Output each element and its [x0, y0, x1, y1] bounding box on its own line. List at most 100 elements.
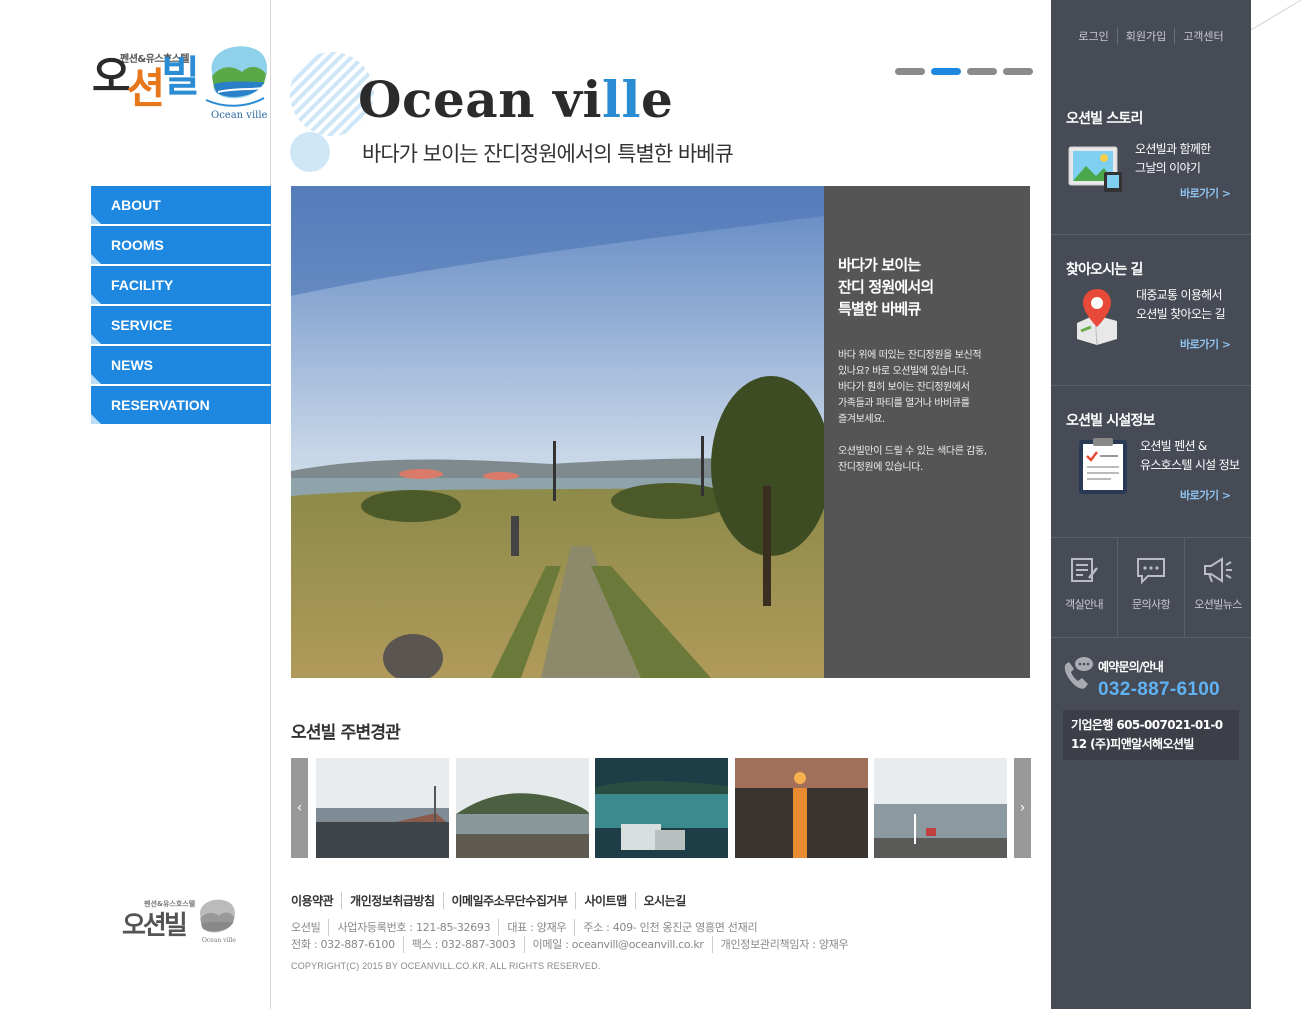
nav-item-facility[interactable]: FACILITY — [91, 266, 271, 304]
gallery-thumb-beach[interactable] — [316, 758, 449, 858]
gallery-thumb-harbor[interactable] — [595, 758, 728, 858]
story-title: 오션빌 스토리 — [1066, 111, 1143, 127]
footer-logo-english: Ocean ville — [202, 937, 236, 944]
hero-info-panel: 바다가 보이는 잔디 정원에서의 특별한 바베큐 바다 위에 떠있는 잔디정원을… — [824, 186, 1030, 678]
story-block: 오션빌 스토리 오션빌과 함께한 그날의 이야기 바로가기 > — [1051, 84, 1251, 235]
login-link[interactable]: 로그인 — [1070, 28, 1116, 44]
directions-go-link[interactable]: 바로가기 > — [1180, 336, 1231, 352]
quick-room-info[interactable]: 객실안내 — [1051, 538, 1117, 637]
logo-char-1: 오 — [92, 52, 131, 101]
story-desc-line: 그날의 이야기 — [1135, 161, 1201, 175]
panel-text-line: 잔디정원에 있습니다. — [838, 462, 923, 473]
clipboard-icon — [1079, 438, 1127, 494]
hero-title-part-3: e — [641, 70, 674, 129]
chevron-left-icon[interactable]: ‹ — [291, 758, 308, 858]
directions-description: 대중교통 이용해서 오션빌 찾아오는 길 — [1136, 286, 1226, 324]
story-go-link[interactable]: 바로가기 > — [1180, 185, 1231, 201]
hero-slide: 바다가 보이는 잔디 정원에서의 특별한 바베큐 바다 위에 떠있는 잔디정원을… — [291, 186, 1030, 678]
quick-news[interactable]: 오션빌뉴스 — [1184, 538, 1251, 637]
slide-dot-4[interactable] — [1003, 68, 1033, 75]
slide-dot-1[interactable] — [895, 68, 925, 75]
quick-inquiry[interactable]: 문의사항 — [1117, 538, 1184, 637]
hero-subtitle: 바다가 보이는 잔디정원에서의 특별한 바베큐 — [362, 142, 734, 166]
signup-link[interactable]: 회원가입 — [1116, 28, 1174, 44]
panel-text-line: 즐겨보세요. — [838, 414, 885, 425]
footer-company-info: 오션빌 사업자등록번호 : 121-85-32693 대표 : 양재우 주소 :… — [291, 919, 856, 953]
nav-item-reservation[interactable]: RESERVATION — [91, 386, 271, 424]
fax: 팩스 : 032-887-3003 — [402, 936, 524, 953]
facility-desc-line: 유스호스텔 시설 정보 — [1140, 458, 1240, 472]
footer-link-email-policy[interactable]: 이메일주소무단수집거부 — [442, 892, 576, 909]
facility-go-link[interactable]: 바로가기 > — [1180, 487, 1231, 503]
quick-menu: 객실안내 문의사항 오션빌뉴스 — [1051, 538, 1251, 638]
footer-link-privacy[interactable]: 개인정보취급방침 — [341, 892, 442, 909]
logo-char-3: 빌 — [161, 52, 200, 101]
main-nav: ABOUT ROOMS FACILITY SERVICE NEWS RESERV… — [91, 186, 271, 426]
main-content: Ocean ville 바다가 보이는 잔디정원에서의 특별한 바베큐 바다가 … — [272, 0, 1050, 1009]
nav-item-news[interactable]: NEWS — [91, 346, 271, 384]
footer-logo: 펜션&유스호스텔 오션빌 Ocean ville — [122, 893, 242, 953]
reservation-phone[interactable]: 032-887-6100 — [1098, 679, 1220, 701]
footer-logo-wordmark: 오션빌 — [122, 905, 188, 942]
scenery-gallery: ‹ › — [291, 758, 1031, 858]
hero-title-part-1: Ocean vi — [358, 70, 603, 129]
right-sidebar: 로그인 회원가입 고객센터 오션빌 스토리 오션빌과 함께한 그날의 이야기 바… — [1051, 0, 1251, 1009]
hero-title: Ocean ville — [358, 70, 673, 129]
directions-desc-line: 오션빌 찾아오는 길 — [1136, 307, 1226, 321]
customer-center-link[interactable]: 고객센터 — [1174, 28, 1231, 44]
slide-dot-3[interactable] — [967, 68, 997, 75]
panel-description: 바다 위에 떠있는 잔디정원을 보신적 있나요? 바로 오션빌에 있습니다. 바… — [838, 348, 1016, 476]
footer-logo-char-3: 빌 — [163, 911, 188, 941]
gallery-thumb-sunset[interactable] — [735, 758, 868, 858]
panel-text-line: 있나요? 바로 오션빌에 있습니다. — [838, 366, 969, 377]
hero-title-part-2: ll — [602, 70, 642, 129]
panel-text-line: 오션빌만이 드릴 수 있는 색다른 감동, — [838, 446, 987, 457]
directions-title: 찾아오시는 길 — [1066, 262, 1143, 278]
footer-info-row: 전화 : 032-887-6100 팩스 : 032-887-3003 이메일 … — [291, 936, 856, 953]
map-pin-icon — [1077, 289, 1117, 345]
directions-desc-line: 대중교통 이용해서 — [1136, 288, 1223, 302]
left-column: 펜션&유스호스텔 오션빌 Ocean ville ABOUT ROOMS FAC… — [0, 0, 271, 1009]
footer-logo-char-1: 오 — [122, 911, 146, 941]
footer-logo-char-2: 션 — [142, 911, 167, 941]
document-edit-icon — [1071, 558, 1098, 582]
utility-links: 로그인 회원가입 고객센터 — [1051, 28, 1251, 44]
slide-dot-2[interactable] — [931, 68, 961, 75]
quick-news-label: 오션빌뉴스 — [1194, 598, 1242, 611]
facility-desc-line: 오션빌 펜션 & — [1140, 439, 1207, 453]
nav-item-service[interactable]: SERVICE — [91, 306, 271, 344]
nav-item-about[interactable]: ABOUT — [91, 186, 271, 224]
footer-link-directions[interactable]: 오시는길 — [634, 892, 694, 909]
ceo: 대표 : 양재우 — [498, 919, 574, 936]
company-name: 오션빌 — [291, 921, 321, 934]
panel-text-line: 가족들과 파티를 열거나 바비큐를 — [838, 398, 970, 409]
business-number: 사업자등록번호 : 121-85-32693 — [328, 919, 498, 936]
logo-char-2: 션 — [126, 64, 166, 113]
bank-account-line: 기업은행 605-007021-01-0 — [1071, 718, 1223, 732]
chevron-right-icon[interactable]: › — [1014, 758, 1031, 858]
bank-account: 기업은행 605-007021-01-0 12 (주)피앤알서해오션빌 — [1063, 710, 1239, 760]
email: 이메일 : oceanvill@oceanvill.co.kr — [523, 936, 712, 953]
gallery-thumb-island[interactable] — [456, 758, 589, 858]
footer-info-row: 오션빌 사업자등록번호 : 121-85-32693 대표 : 양재우 주소 :… — [291, 919, 856, 936]
megaphone-icon — [1204, 557, 1232, 583]
logo-wordmark: 오션빌 — [92, 56, 200, 110]
copyright: COPYRIGHT(C) 2015 BY OCEANVILL.CO.KR. AL… — [291, 961, 601, 971]
logo-landscape-icon — [205, 46, 268, 107]
directions-block: 찾아오시는 길 대중교통 이용해서 오션빌 찾아오는 길 바로가기 > — [1051, 235, 1251, 386]
nav-item-rooms[interactable]: ROOMS — [91, 226, 271, 264]
panel-text-line: 바다 위에 떠있는 잔디정원을 보신적 — [838, 350, 982, 361]
reservation-label: 예약문의/안내 — [1098, 660, 1164, 674]
footer-link-terms[interactable]: 이용약관 — [291, 892, 341, 909]
panel-gap — [838, 428, 1016, 444]
decorative-diagonal-line — [1251, 0, 1302, 31]
footer-link-sitemap[interactable]: 사이트맵 — [575, 892, 634, 909]
logo[interactable]: 펜션&유스호스텔 오션빌 Ocean ville — [90, 40, 270, 130]
privacy-officer: 개인정보관리책임자 : 양재우 — [711, 936, 857, 953]
quick-inquiry-label: 문의사항 — [1131, 598, 1171, 611]
facility-description: 오션빌 펜션 & 유스호스텔 시설 정보 — [1140, 437, 1240, 475]
gallery-thumb-sea-view[interactable] — [874, 758, 1007, 858]
panel-text-line: 바다가 훤히 보이는 잔디정원에서 — [838, 382, 970, 393]
panel-title-line: 특별한 바베큐 — [838, 300, 921, 318]
phone-chat-icon — [1064, 657, 1093, 689]
